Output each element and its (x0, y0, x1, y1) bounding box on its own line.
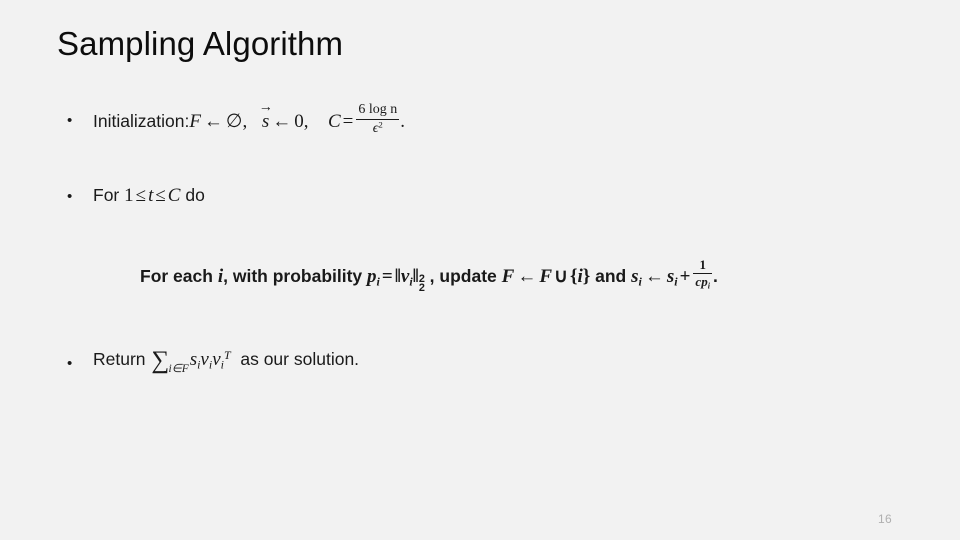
var-p: pi (367, 266, 380, 287)
epsilon-exponent: 2 (378, 118, 383, 129)
sigma-glyph-icon: ∑ (151, 347, 170, 375)
period-1: . (400, 111, 405, 132)
do-keyword: do (185, 185, 205, 205)
loop-lower-bound: 1 (124, 185, 134, 206)
comma-2: , (303, 111, 309, 132)
bullet-text-initialization: Initialization:F ← ∅, → s ← 0, C = 6 log n ϵ2. (93, 100, 405, 140)
with-probability-label: with probability (232, 265, 363, 286)
update-keyword: update (439, 265, 497, 286)
denominator-p-subscript: i (707, 281, 710, 291)
bullet-item-for-loop: • For 1 ≤ t ≤ C do (0, 184, 960, 208)
plus-sign: + (679, 265, 691, 287)
union-symbol: ∪ (554, 265, 568, 287)
return-var-v1: vi (200, 349, 212, 370)
bullet-item-for-each: For each i, with probability pi = ‖vi‖ 2 2, … (0, 257, 960, 293)
bullet-marker-icon: • (67, 188, 73, 205)
bullet-marker-icon: • (67, 112, 73, 129)
return-var-s: si (190, 349, 201, 370)
transpose-exponent: T (223, 347, 231, 362)
reciprocal-numerator: 1 (699, 257, 706, 273)
for-each-keyword: For each (140, 265, 213, 286)
brace-close: } (582, 265, 591, 287)
summation-symbol: ∑ i∈F (151, 347, 188, 375)
var-f-update: F (501, 265, 515, 287)
loop-upper-bound: C (167, 185, 181, 206)
comma-3: , (223, 265, 228, 286)
reciprocal-fraction: 1 cpi (693, 257, 712, 291)
vector-arrow-icon: → (258, 99, 273, 116)
period-2: . (712, 265, 718, 286)
bullet-text-return: Return ∑ i∈F siviviT as our solution. (93, 348, 359, 374)
var-v: vi (401, 266, 413, 287)
initialization-label: Initialization: (93, 111, 190, 131)
for-keyword: For (93, 185, 120, 205)
return-var-s-letter: s (189, 349, 198, 370)
zero-value: 0 (294, 111, 304, 132)
sigma-subscript: i∈F (168, 363, 189, 376)
fraction-numerator: 6 log n (358, 102, 398, 118)
bullet-item-return: • Return ∑ i∈F siviviT as our solution. (0, 348, 960, 374)
bullet-item-initialization: • Initialization:F ← ∅, → s ← 0, C = 6 log n ϵ2. (0, 100, 960, 135)
assign-arrow-icon: ← (203, 111, 223, 132)
return-tail-text: as our solution. (240, 349, 360, 369)
less-equal-2: ≤ (155, 185, 166, 206)
comma-1: , (242, 111, 248, 132)
assign-arrow-3-icon: ← (517, 265, 537, 287)
slide-canvas: Sampling Algorithm • Initialization:F ← ∅,… (0, 0, 960, 540)
assign-arrow-2-icon: ← (272, 111, 292, 132)
constant-fraction: 6 log n ϵ2 (356, 102, 400, 136)
reciprocal-denominator: cpi (693, 273, 712, 291)
var-s-lhs-letter: s (631, 265, 639, 287)
var-s-lhs: si (631, 266, 642, 287)
equals-sign-2: = (381, 265, 393, 287)
var-c: C (327, 111, 341, 132)
return-var-v2: viT (212, 347, 231, 371)
comma-4: , (429, 265, 435, 286)
return-var-v1-letter: v (200, 349, 209, 370)
equals-sign: = (342, 111, 354, 132)
norm-subscript: 2 (418, 281, 425, 294)
page-title: Sampling Algorithm (57, 25, 344, 62)
var-f: F (189, 111, 201, 132)
and-keyword: and (595, 265, 627, 286)
fraction-denominator: ϵ2 (356, 118, 400, 136)
page-number: 16 (878, 512, 892, 526)
bullet-text-for-each: For each i, with probability pi = ‖vi‖ 2 2, … (140, 257, 718, 294)
var-f-rhs: F (539, 265, 553, 287)
bullet-marker-icon: • (67, 355, 73, 372)
return-keyword: Return (93, 349, 146, 369)
empty-set-symbol: ∅ (225, 111, 243, 132)
less-equal-1: ≤ (135, 185, 147, 206)
var-p-letter: p (367, 265, 377, 287)
assign-arrow-4-icon: ← (644, 265, 664, 287)
var-s-vector: → s (259, 100, 273, 134)
bullet-text-for-loop: For 1 ≤ t ≤ C do (93, 184, 205, 208)
var-s-rhs: si (667, 266, 678, 287)
return-var-v2-letter: v (212, 349, 221, 370)
